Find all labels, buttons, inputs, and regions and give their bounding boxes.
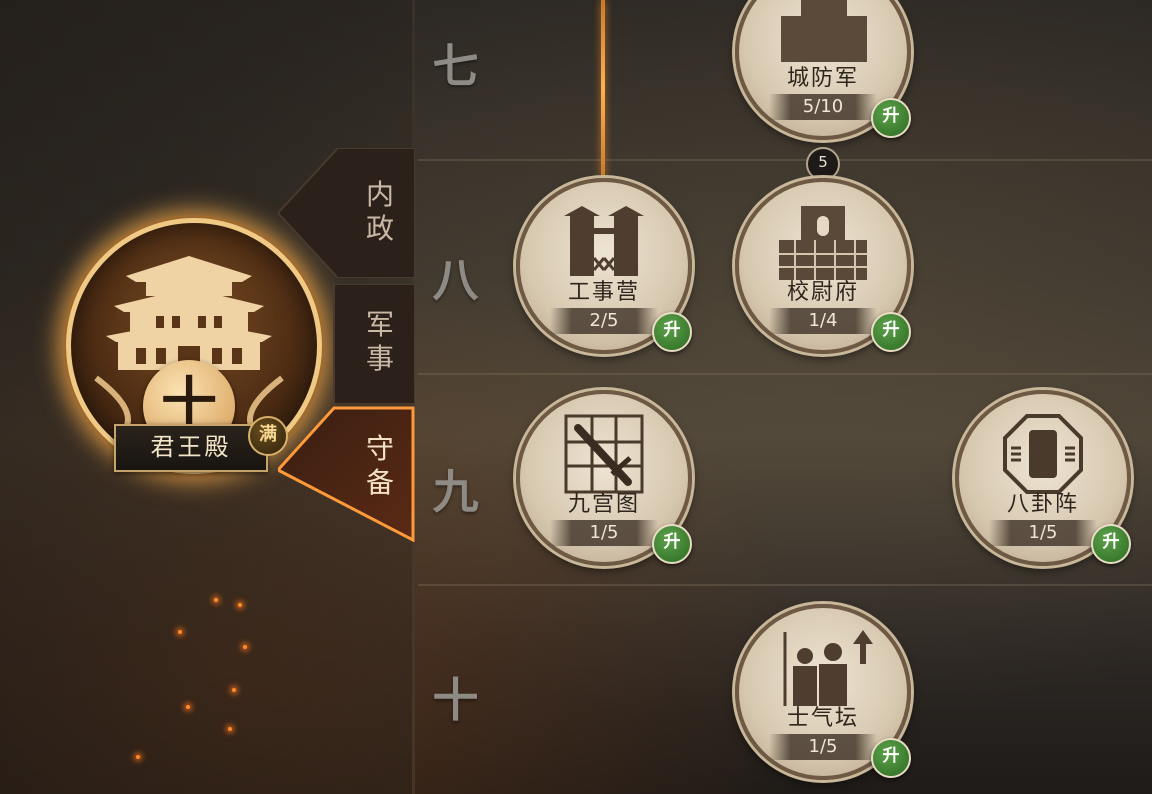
tech-node-morale-altar[interactable]: 士气坛 1/5 升 [735,604,911,780]
node-level: 1/5 [550,520,658,546]
node-name: 士气坛 [786,706,859,731]
node-level: 1/5 [769,734,877,760]
tech-node-bagua-formation[interactable]: 八卦阵 1/5 升 [955,390,1131,566]
tab-label-line: 内 [365,178,394,211]
upgrade-button[interactable]: 升 [652,524,692,564]
upgrade-button[interactable]: 升 [1091,524,1131,564]
requirement-count-badge: 5 [806,147,840,181]
tab-defense[interactable]: 守 备 [278,406,415,542]
row-label-9: 九 [432,465,479,519]
upgrade-button[interactable]: 升 [871,738,911,778]
upgrade-button[interactable]: 升 [871,312,911,352]
row-divider [418,373,1152,375]
ember [178,630,182,634]
upgrade-button[interactable]: 升 [652,312,692,352]
ember [228,727,232,731]
tab-label-line: 军 [365,308,394,341]
node-level: 1/4 [769,308,877,334]
tech-node-city-guard[interactable]: 城防军 5/10 升 [735,0,911,140]
upgrade-button[interactable]: 升 [871,98,911,138]
ember [186,705,190,709]
tab-label-line: 政 [365,212,394,245]
tab-label-line: 守 [365,432,394,465]
row-divider [418,159,1152,161]
ember [232,688,236,692]
ember [238,603,242,607]
tab-label-line: 事 [365,342,394,375]
tech-node-engineer-camp[interactable]: 工事营 2/5 升 [516,178,692,354]
tab-label: 军 事 [352,308,408,376]
node-name: 八卦阵 [1006,492,1079,517]
row-label-7: 七 [432,39,479,93]
node-level: 2/5 [550,308,658,334]
tab-label-line: 备 [365,466,394,499]
row-label-8: 八 [432,253,479,307]
row-divider [418,584,1152,586]
tab-label: 守 备 [352,432,408,500]
ember [136,755,140,759]
tab-label: 内 政 [352,178,408,246]
node-level: 1/5 [989,520,1097,546]
tech-node-commandant-office[interactable]: 校尉府 1/4 升 [735,178,911,354]
node-name: 工事营 [567,280,640,305]
hall-name-plate: 君王殿 [114,424,268,472]
ember [243,645,247,649]
node-level: 5/10 [769,94,877,120]
tab-internal-affairs[interactable]: 内 政 [278,148,415,278]
node-name: 城防军 [786,66,859,91]
node-name: 九宫图 [567,492,640,517]
tab-military[interactable]: 军 事 [278,284,415,404]
tech-connector-line [601,0,605,178]
row-label-10: 十 [432,673,479,727]
node-name: 校尉府 [786,280,859,305]
ember [214,598,218,602]
tech-node-nine-palace[interactable]: 九宫图 1/5 升 [516,390,692,566]
